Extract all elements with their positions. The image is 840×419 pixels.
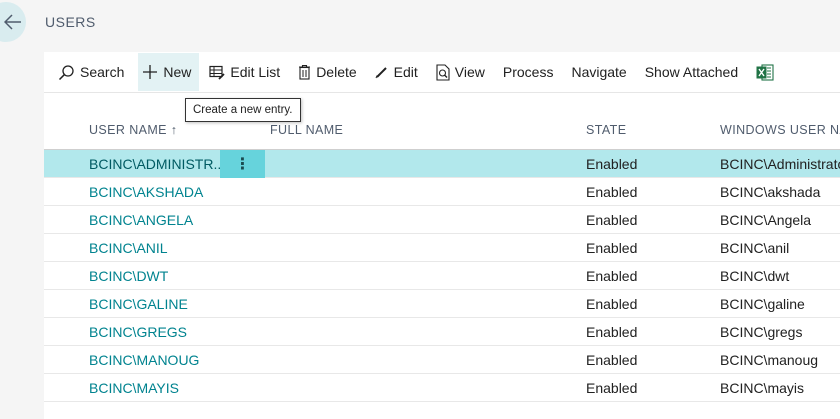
- windows-user-name-cell: BCINC\Angela: [720, 212, 812, 228]
- process-menu[interactable]: Process: [499, 53, 562, 91]
- edit-button[interactable]: Edit: [371, 53, 426, 91]
- table-row[interactable]: BCINC\GREGS Enabled BCINC\gregs: [44, 318, 840, 346]
- search-icon: [58, 64, 74, 80]
- table-row[interactable]: BCINC\ANGELA Enabled BCINC\Angela: [44, 206, 840, 234]
- users-page: USERS Search New Edit List Delete Edit V…: [0, 0, 840, 419]
- user-name-cell[interactable]: BCINC\ADMINISTR...: [89, 156, 225, 172]
- windows-user-name-cell: BCINC\galine: [720, 296, 805, 312]
- show-attached-label: Show Attached: [644, 64, 739, 80]
- edit-list-icon: [209, 65, 226, 80]
- new-label: New: [163, 64, 192, 80]
- windows-user-name-cell: BCINC\mayis: [720, 380, 805, 396]
- column-header-windows-user-name[interactable]: WINDOWS USER NA: [720, 123, 840, 137]
- table-row[interactable]: BCINC\MANOUG Enabled BCINC\manoug: [44, 346, 840, 374]
- windows-user-name-cell: BCINC\dwt: [720, 268, 790, 284]
- open-in-excel-button[interactable]: [752, 53, 787, 91]
- edit-label: Edit: [393, 64, 418, 80]
- navigate-label: Navigate: [571, 64, 627, 80]
- back-button[interactable]: [0, 2, 26, 42]
- table-row[interactable]: BCINC\MAYIS Enabled BCINC\mayis: [44, 374, 840, 402]
- search-label: Search: [80, 64, 125, 80]
- new-button-tooltip: Create a new entry.: [185, 98, 301, 122]
- state-cell: Enabled: [586, 268, 638, 284]
- users-table: USER NAME ↑ FULL NAME STATE WINDOWS USER…: [44, 114, 840, 402]
- action-bar: Search New Edit List Delete Edit View Pr…: [44, 52, 840, 93]
- delete-label: Delete: [316, 64, 357, 80]
- state-cell: Enabled: [586, 296, 638, 312]
- show-attached-button[interactable]: Show Attached: [641, 53, 746, 91]
- table-row[interactable]: BCINC\AKSHADA Enabled BCINC\akshada: [44, 178, 840, 206]
- state-cell: Enabled: [586, 156, 638, 172]
- windows-user-name-cell: BCINC\manoug: [720, 352, 819, 368]
- table-row[interactable]: BCINC\GALINE Enabled BCINC\galine: [44, 290, 840, 318]
- user-name-cell[interactable]: BCINC\MANOUG: [89, 352, 199, 368]
- new-button[interactable]: New: [138, 53, 200, 91]
- list-panel: Search New Edit List Delete Edit View Pr…: [44, 52, 840, 419]
- trash-icon: [299, 64, 311, 80]
- user-name-cell[interactable]: BCINC\DWT: [89, 268, 168, 284]
- state-cell: Enabled: [586, 324, 638, 340]
- user-name-cell[interactable]: BCINC\MAYIS: [89, 380, 179, 396]
- arrow-left-icon: [4, 14, 21, 30]
- edit-list-button[interactable]: Edit List: [205, 53, 288, 91]
- pencil-icon: [375, 67, 387, 79]
- view-label: View: [454, 64, 485, 80]
- windows-user-name-cell: BCINC\akshada: [720, 184, 821, 200]
- process-label: Process: [502, 64, 554, 80]
- windows-user-name-cell: BCINC\gregs: [720, 324, 803, 340]
- edit-list-label: Edit List: [230, 64, 281, 80]
- row-actions-button[interactable]: ⋮: [220, 150, 265, 178]
- windows-user-name-cell: BCINC\Administrato: [720, 156, 840, 172]
- windows-user-name-cell: BCINC\anil: [720, 240, 790, 256]
- page-header: USERS: [0, 0, 840, 52]
- view-button[interactable]: View: [432, 53, 493, 91]
- more-vertical-icon: ⋮: [234, 156, 251, 173]
- user-name-cell[interactable]: BCINC\AKSHADA: [89, 184, 203, 200]
- table-header: USER NAME ↑ FULL NAME STATE WINDOWS USER…: [44, 114, 840, 150]
- user-name-cell[interactable]: BCINC\ANGELA: [89, 212, 193, 228]
- state-cell: Enabled: [586, 380, 638, 396]
- state-cell: Enabled: [586, 184, 638, 200]
- navigate-menu[interactable]: Navigate: [567, 53, 634, 91]
- table-row[interactable]: BCINC\ADMINISTR... ⋮ Enabled BCINC\Admin…: [44, 150, 840, 178]
- table-row[interactable]: BCINC\DWT Enabled BCINC\dwt: [44, 262, 840, 290]
- user-name-cell[interactable]: BCINC\ANIL: [89, 240, 168, 256]
- excel-icon: [756, 63, 774, 81]
- user-name-cell[interactable]: BCINC\GALINE: [89, 296, 188, 312]
- user-name-cell[interactable]: BCINC\GREGS: [89, 324, 187, 340]
- state-cell: Enabled: [586, 212, 638, 228]
- column-header-state[interactable]: STATE: [586, 123, 626, 137]
- search-button[interactable]: Search: [54, 53, 132, 91]
- column-header-full-name[interactable]: FULL NAME: [270, 123, 343, 137]
- state-cell: Enabled: [586, 240, 638, 256]
- state-cell: Enabled: [586, 352, 638, 368]
- column-header-user-name[interactable]: USER NAME ↑: [89, 123, 177, 137]
- table-row[interactable]: BCINC\ANIL Enabled BCINC\anil: [44, 234, 840, 262]
- page-title: USERS: [45, 14, 96, 30]
- delete-button[interactable]: Delete: [294, 53, 364, 91]
- view-icon: [436, 63, 450, 81]
- plus-icon: [143, 65, 158, 79]
